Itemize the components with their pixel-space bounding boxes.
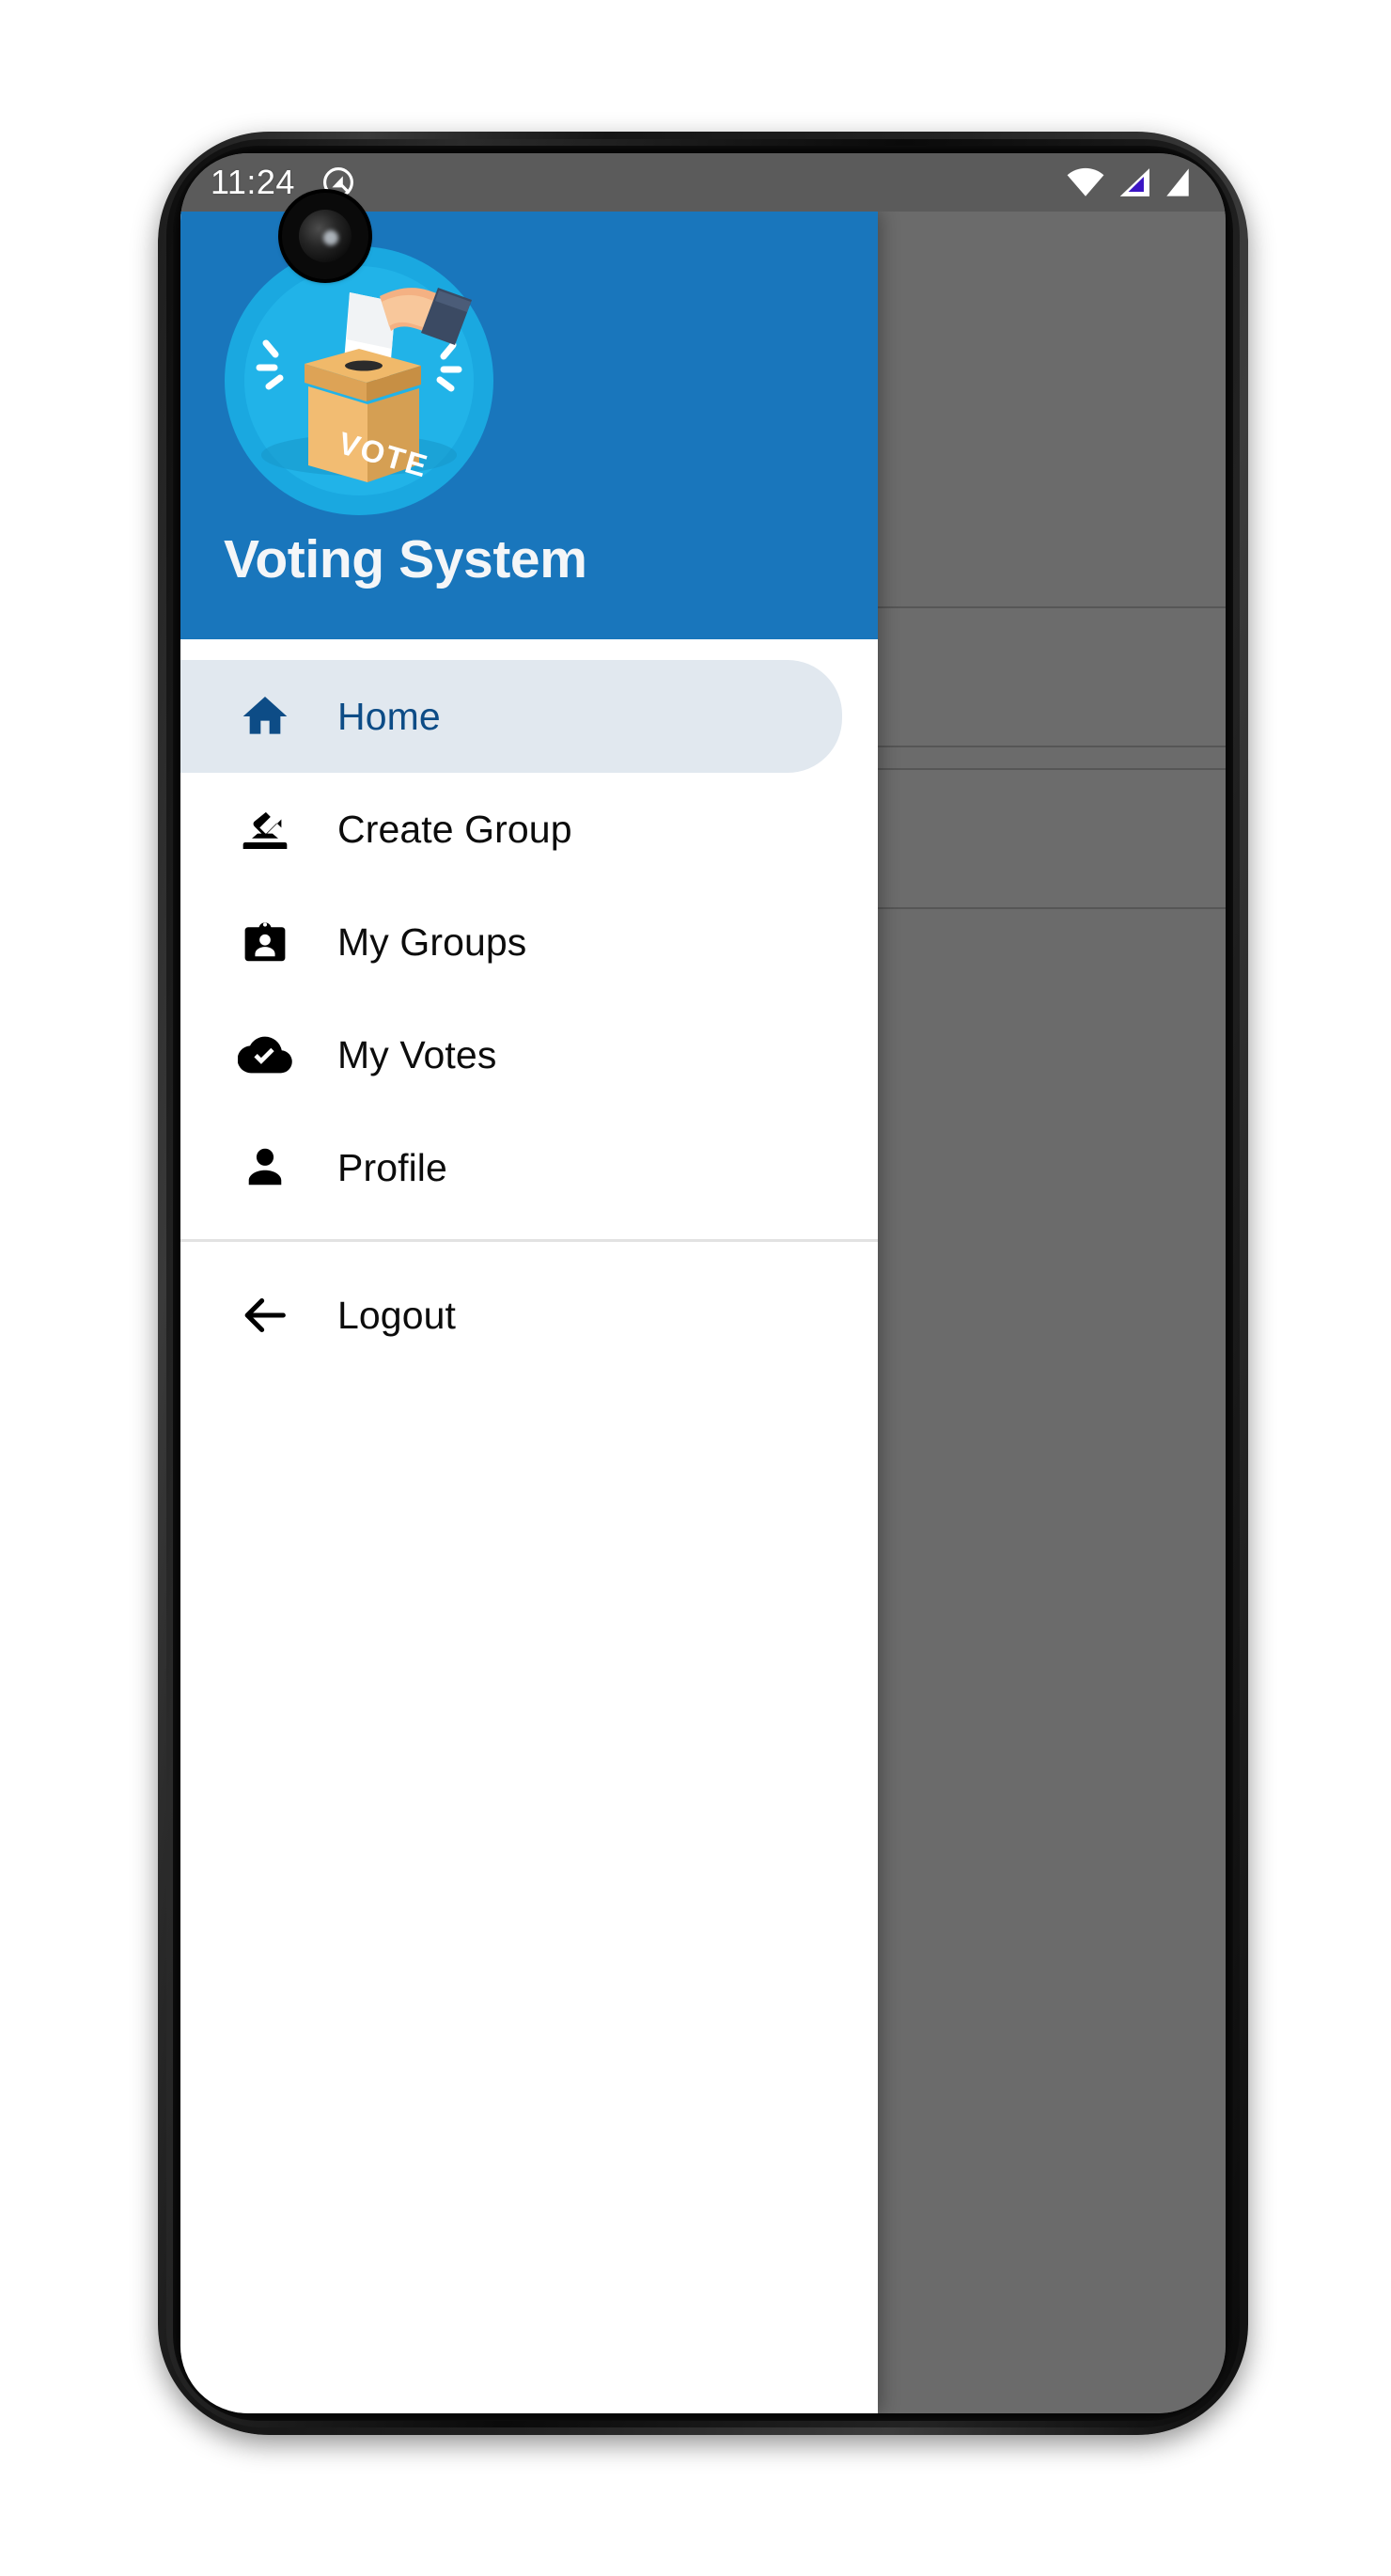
arrow-back-icon bbox=[235, 1285, 295, 1345]
home-icon bbox=[235, 686, 295, 746]
sidebar-item-logout[interactable]: Logout bbox=[180, 1259, 878, 1372]
punch-hole-camera bbox=[282, 193, 368, 279]
sidebar-item-home[interactable]: Home bbox=[180, 660, 842, 773]
cloud-done-icon bbox=[235, 1025, 295, 1085]
sidebar-item-my-votes[interactable]: My Votes bbox=[180, 998, 878, 1111]
battery-icon bbox=[1164, 167, 1192, 197]
ballot-box-vote-logo: VOTE bbox=[222, 243, 496, 518]
person-icon bbox=[235, 1138, 295, 1198]
phone-screen: VOTE Voting System Home Create Group My … bbox=[180, 153, 1226, 2413]
how-to-vote-icon bbox=[235, 799, 295, 859]
sidebar-item-label: Create Group bbox=[337, 807, 572, 851]
navigation-drawer: VOTE Voting System Home Create Group My … bbox=[180, 212, 878, 2413]
status-bar-clock: 11:24 bbox=[211, 163, 295, 201]
cellular-signal-icon bbox=[1117, 167, 1151, 197]
phone-device-frame: VOTE Voting System Home Create Group My … bbox=[158, 132, 1248, 2435]
app-title: Voting System bbox=[224, 529, 587, 589]
drawer-footer-menu: Logout bbox=[180, 1242, 878, 1372]
wifi-icon bbox=[1066, 167, 1105, 197]
sidebar-item-label: My Votes bbox=[337, 1032, 497, 1076]
sidebar-item-profile[interactable]: Profile bbox=[180, 1111, 878, 1224]
screenshot-stage: VOTE Voting System Home Create Group My … bbox=[0, 0, 1391, 2576]
drawer-menu-list: Home Create Group My Groups My Votes Pro… bbox=[180, 639, 878, 2413]
sidebar-item-create-group[interactable]: Create Group bbox=[180, 773, 878, 886]
badge-person-icon bbox=[235, 912, 295, 972]
sidebar-item-my-groups[interactable]: My Groups bbox=[180, 886, 878, 998]
sidebar-item-label: Profile bbox=[337, 1145, 447, 1189]
sidebar-item-label: Logout bbox=[337, 1293, 457, 1337]
drawer-header: VOTE Voting System bbox=[180, 212, 878, 639]
status-bar-icons bbox=[1066, 167, 1192, 197]
sidebar-item-label: Home bbox=[337, 694, 441, 738]
sidebar-item-label: My Groups bbox=[337, 919, 527, 964]
